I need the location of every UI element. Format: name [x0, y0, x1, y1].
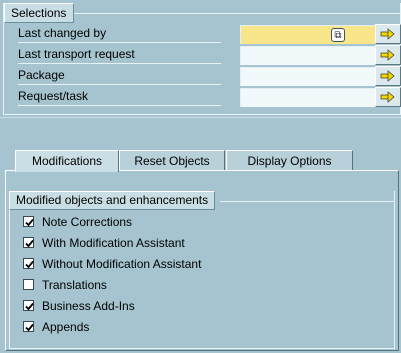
- checkmark-icon: [25, 239, 34, 248]
- without-modification-assistant-checkbox[interactable]: [23, 258, 34, 269]
- tab-modifications[interactable]: Modifications: [15, 150, 119, 172]
- business-add-ins-label: Business Add-Ins: [42, 299, 135, 313]
- with-modification-assistant-label: With Modification Assistant: [42, 236, 185, 250]
- tab-display-options[interactable]: Display Options: [226, 150, 353, 171]
- package-multiple-selection-button[interactable]: [375, 66, 401, 86]
- tab-panel-modifications: Modified objects and enhancements Note C…: [5, 170, 399, 351]
- appends-checkbox[interactable]: [23, 321, 34, 332]
- request-task-multiple-selection-button[interactable]: [375, 87, 401, 107]
- row-last-changed-by: Last changed by ⧉: [18, 24, 401, 44]
- package-input[interactable]: [240, 67, 390, 86]
- last-changed-by-input[interactable]: ⧉: [240, 25, 390, 44]
- checkmark-icon: [25, 323, 34, 332]
- note-corrections-checkbox[interactable]: [23, 216, 34, 227]
- translations-label: Translations: [42, 278, 107, 292]
- row-request-task: Request/task: [18, 87, 401, 107]
- modified-objects-title: Modified objects and enhancements: [9, 191, 216, 210]
- package-label: Package: [18, 69, 221, 85]
- multiple-selection-arrow-icon: [380, 28, 395, 40]
- last-changed-by-label: Last changed by: [18, 27, 221, 43]
- multiple-selection-arrow-icon: [380, 49, 395, 61]
- matchcode-icon[interactable]: ⧉: [331, 28, 345, 42]
- checkmark-icon: [25, 218, 34, 227]
- separator: [0, 117, 401, 118]
- selections-title: Selections: [4, 3, 75, 23]
- last-changed-by-multiple-selection-button[interactable]: [375, 24, 401, 44]
- checkmark-icon: [25, 260, 34, 269]
- request-task-label: Request/task: [18, 90, 221, 106]
- last-transport-request-multiple-selection-button[interactable]: [375, 45, 401, 65]
- multiple-selection-arrow-icon: [380, 91, 395, 103]
- multiple-selection-arrow-icon: [380, 70, 395, 82]
- business-add-ins-checkbox[interactable]: [23, 300, 34, 311]
- appends-label: Appends: [42, 320, 90, 334]
- checkmark-icon: [25, 302, 34, 311]
- with-modification-assistant-checkbox[interactable]: [23, 237, 34, 248]
- translations-checkbox[interactable]: [23, 279, 34, 290]
- modified-objects-group: Modified objects and enhancements Note C…: [9, 191, 395, 349]
- row-package: Package: [18, 66, 401, 86]
- tab-reset-objects[interactable]: Reset Objects: [119, 150, 225, 171]
- selections-group: Selections Last changed by ⧉ Last transp…: [3, 3, 401, 115]
- last-transport-request-label: Last transport request: [18, 48, 221, 64]
- row-last-transport-request: Last transport request: [18, 45, 401, 65]
- note-corrections-label: Note Corrections: [42, 215, 133, 229]
- last-transport-request-input[interactable]: [240, 46, 390, 65]
- without-modification-assistant-label: Without Modification Assistant: [42, 257, 202, 271]
- request-task-input[interactable]: [240, 88, 390, 107]
